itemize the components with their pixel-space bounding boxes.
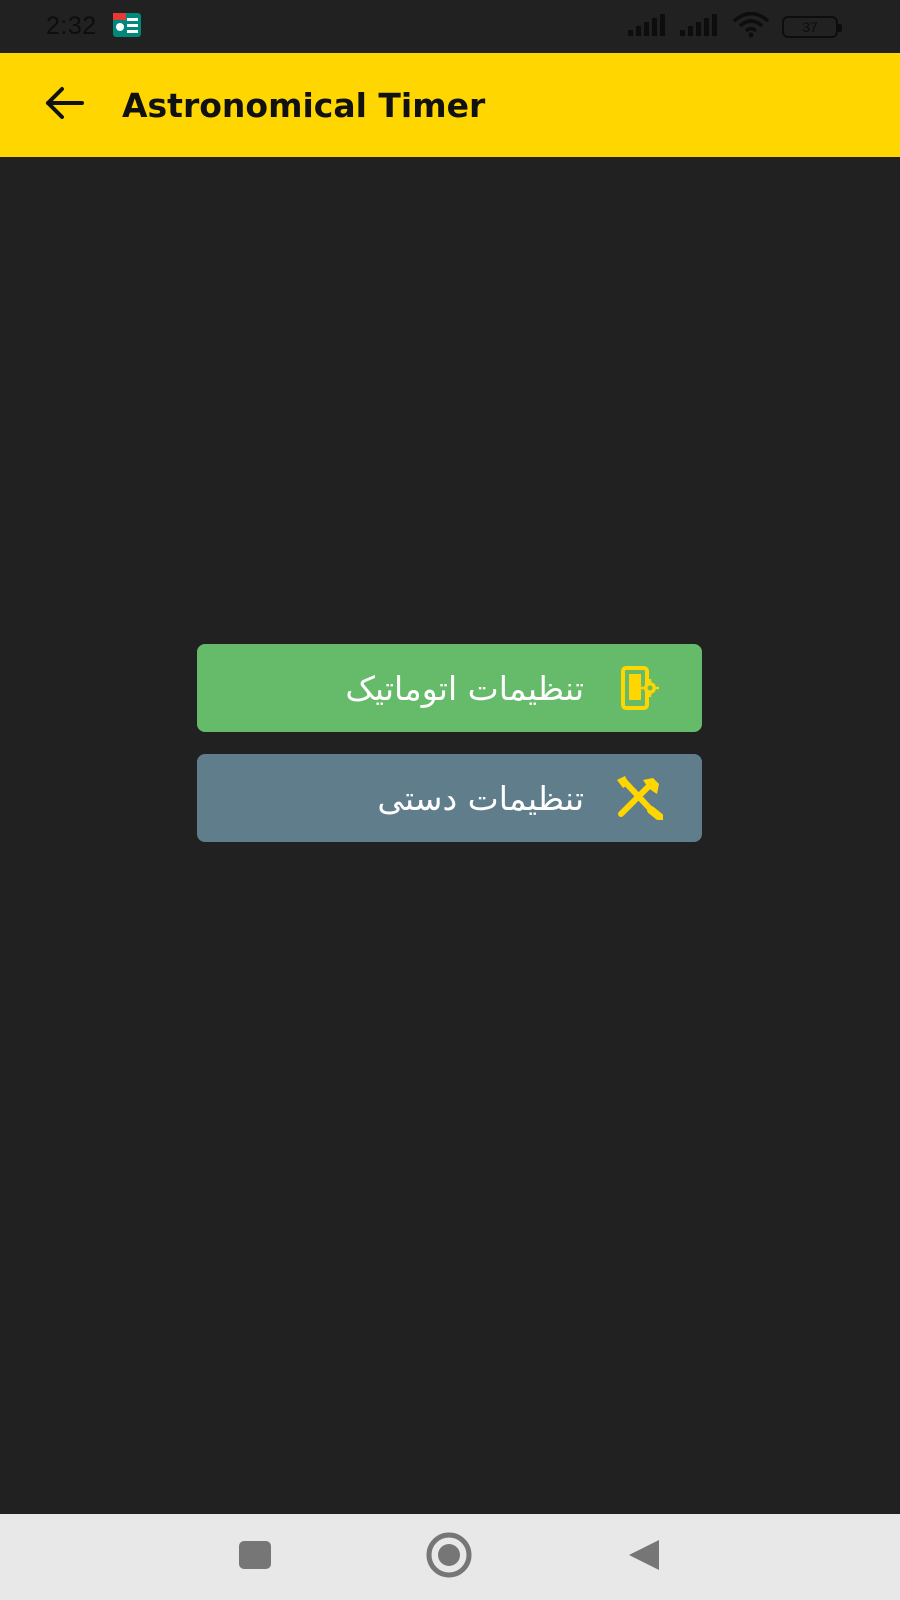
wifi-icon [732,11,770,42]
auto-settings-button[interactable]: تنظیمات اتوماتیک [197,644,702,732]
auto-settings-label: تنظیمات اتوماتیک [345,668,584,708]
nav-recent-button[interactable] [205,1514,305,1600]
arrow-left-icon [44,86,84,124]
app-bar: Astronomical Timer [0,53,900,157]
signal-icon-2 [680,13,720,40]
signal-icon [628,13,668,40]
nav-back-button[interactable] [594,1514,694,1600]
status-time: 2:32 [46,12,97,40]
square-icon [238,1540,272,1574]
status-right: 37 [628,11,842,42]
status-left: 2:32 [46,12,141,41]
manual-settings-button[interactable]: تنظیمات دستی [197,754,702,842]
circle-icon [425,1531,473,1583]
triangle-back-icon [627,1538,661,1576]
manual-settings-label: تنظیمات دستی [377,778,584,818]
battery-icon: 37 [782,15,842,38]
tools-icon [614,773,664,823]
status-bar: 2:32 37 [0,0,900,53]
phone-settings-icon [614,663,664,713]
app-title: Astronomical Timer [122,85,486,125]
notification-app-icon [112,12,141,41]
nav-home-button[interactable] [399,1514,499,1600]
back-button[interactable] [24,65,104,145]
system-nav-bar [0,1514,900,1600]
